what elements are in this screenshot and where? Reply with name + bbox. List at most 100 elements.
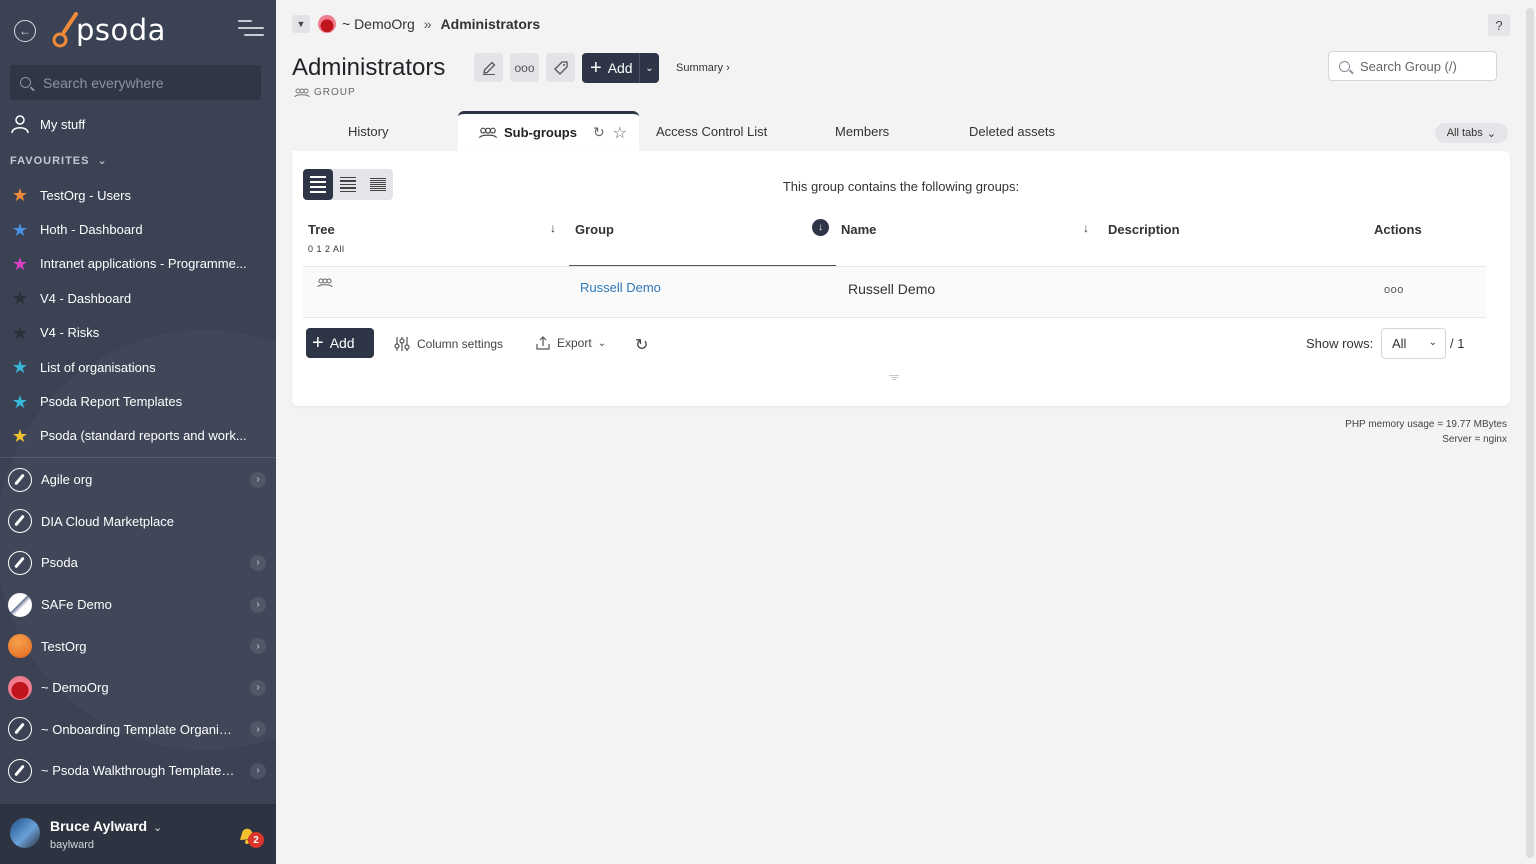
chevron-right-icon[interactable]: › [250,471,266,488]
group-name-cell: Russell Demo [848,281,936,297]
organisation-item[interactable]: SAFe Demo › [8,584,272,626]
edit-button[interactable] [474,53,503,82]
main-content: ▼ ~ DemoOrg » Administrators ? Administr… [276,0,1536,864]
more-options-button[interactable]: ooo [510,53,539,82]
refresh-table-icon[interactable]: ↻ [635,335,648,355]
column-header-name[interactable]: Name [841,222,876,237]
tab-members[interactable]: Members [835,111,889,151]
export-icon [536,336,550,350]
plus-icon: + [312,332,324,354]
search-group[interactable] [1328,51,1497,81]
sort-active-icon[interactable]: ↓ [812,219,829,236]
export-label: Export [557,336,592,350]
organisation-item[interactable]: ~ Onboarding Template Organisa... › [8,709,272,751]
organisation-item[interactable]: TestOrg › [8,625,272,667]
breadcrumb-current: Administrators [440,16,541,32]
star-icon: ★ [11,425,29,446]
sort-arrow-icon[interactable]: ↓ [550,221,556,235]
organisation-label: TestOrg [41,638,87,654]
page-count: / 1 [1450,336,1465,351]
column-header-description[interactable]: Description [1108,222,1180,237]
add-subgroup-button[interactable]: + Add [306,328,374,358]
add-button-label: Add [607,60,633,76]
favourite-label: V4 - Dashboard [40,290,132,306]
chevron-down-icon: ⌄ [1428,337,1437,348]
row-actions-button[interactable]: ooo [1384,284,1404,296]
tag-button[interactable] [546,53,575,82]
sunset-icon [8,675,32,700]
tab-deleted-assets[interactable]: Deleted assets [969,111,1055,151]
group-icon [317,278,333,288]
favourite-item[interactable]: ★ V4 - Dashboard [10,281,270,315]
organisation-item[interactable]: Agile org › [8,459,272,501]
add-subgroup-label: Add [329,335,355,351]
user-name[interactable]: Bruce Aylward ⌄ [50,818,162,834]
global-search[interactable] [10,65,261,100]
column-header-group[interactable]: Group [575,222,614,237]
my-stuff-link[interactable]: My stuff [10,114,85,134]
sidebar: ← psoda My stuff FAVOURITES ⌄ ★ TestOrg -… [0,0,276,864]
star-outline-icon[interactable]: ☆ [613,123,627,143]
help-button[interactable]: ? [1488,14,1510,36]
logo-text: psoda [76,13,166,47]
pencil-icon [482,61,495,75]
asset-type-label: GROUP [294,87,356,98]
favourite-item[interactable]: ★ V4 - Risks [10,316,270,350]
all-tabs-dropdown[interactable]: All tabs ⌄ [1434,123,1508,143]
export-dropdown[interactable]: Export ⌄ [535,335,606,351]
favourite-item[interactable]: ★ Psoda (standard reports and work... [10,419,270,453]
organisation-item[interactable]: Psoda › [8,542,272,584]
breadcrumb-separator: » [423,16,432,32]
sort-arrow-icon[interactable]: ↓ [1083,221,1089,235]
chevron-right-icon[interactable]: › [250,762,266,779]
favourite-item[interactable]: ★ Hoth - Dashboard [10,212,270,246]
chevron-right-icon[interactable]: › [250,638,266,655]
chevron-right-icon[interactable]: › [250,596,266,613]
chevron-right-icon[interactable]: › [250,554,266,571]
tab-access-control-list[interactable]: Access Control List [656,111,767,151]
column-header-tree[interactable]: Tree [308,222,335,237]
search-group-input[interactable] [1360,58,1490,74]
chevron-down-icon: ⌄ [597,337,607,349]
column-settings-button[interactable]: Column settings [393,335,503,353]
favourite-item[interactable]: ★ Intranet applications - Programme... [10,247,270,281]
chevron-right-icon[interactable]: › [250,679,266,696]
breadcrumb-org-link[interactable]: ~ DemoOrg [342,16,415,32]
tab-history[interactable]: History [348,111,388,151]
back-icon[interactable]: ← [14,20,36,42]
global-search-input[interactable] [43,74,243,91]
organisation-list: Agile org › DIA Cloud Marketplace Psoda › SAF… [8,459,272,792]
avatar[interactable] [10,818,40,848]
user-name-label: Bruce Aylward [50,818,147,834]
search-icon [20,77,31,88]
column-settings-label: Column settings [417,337,504,351]
psoda-logo[interactable]: psoda [50,12,166,48]
favourite-item[interactable]: ★ List of organisations [10,350,270,384]
add-button[interactable]: + Add ⌄ [582,53,659,83]
tree-level-selector[interactable]: 0 1 2 All [308,244,345,254]
resize-handle-icon[interactable] [889,374,899,381]
table-row[interactable]: Russell Demo Russell Demo ooo [303,267,1486,318]
collapse-sidebar-icon[interactable] [238,20,264,42]
all-tabs-label: All tabs [1446,127,1483,139]
chevron-down-icon[interactable]: ⌄ [639,53,659,83]
organisation-item[interactable]: ~ DemoOrg › [8,667,272,709]
show-rows-value: All [1392,336,1407,351]
group-link[interactable]: Russell Demo [580,280,661,295]
my-stuff-label: My stuff [40,116,86,132]
organisation-item[interactable]: ~ Psoda Walkthrough Template P... › [8,750,272,792]
chevron-right-icon[interactable]: › [250,721,266,738]
organisation-item[interactable]: DIA Cloud Marketplace [8,501,272,543]
page-scrollbar[interactable] [1526,8,1534,858]
tab-sub-groups[interactable]: Sub-groups ↻ ☆ [458,111,639,151]
favourite-item[interactable]: ★ Psoda Report Templates [10,384,270,418]
user-panel[interactable]: Bruce Aylward ⌄ baylward [0,804,276,864]
refresh-icon[interactable]: ↻ [593,124,605,141]
favourite-label: V4 - Risks [40,325,100,341]
demoorg-icon [318,15,336,33]
favourites-toggle[interactable]: FAVOURITES ⌄ [10,154,108,167]
breadcrumb-dropdown-icon[interactable]: ▼ [292,15,310,33]
show-rows-select[interactable]: All ⌄ [1381,328,1446,359]
summary-link[interactable]: Summary › [676,62,730,74]
favourite-item[interactable]: ★ TestOrg - Users [10,178,270,212]
